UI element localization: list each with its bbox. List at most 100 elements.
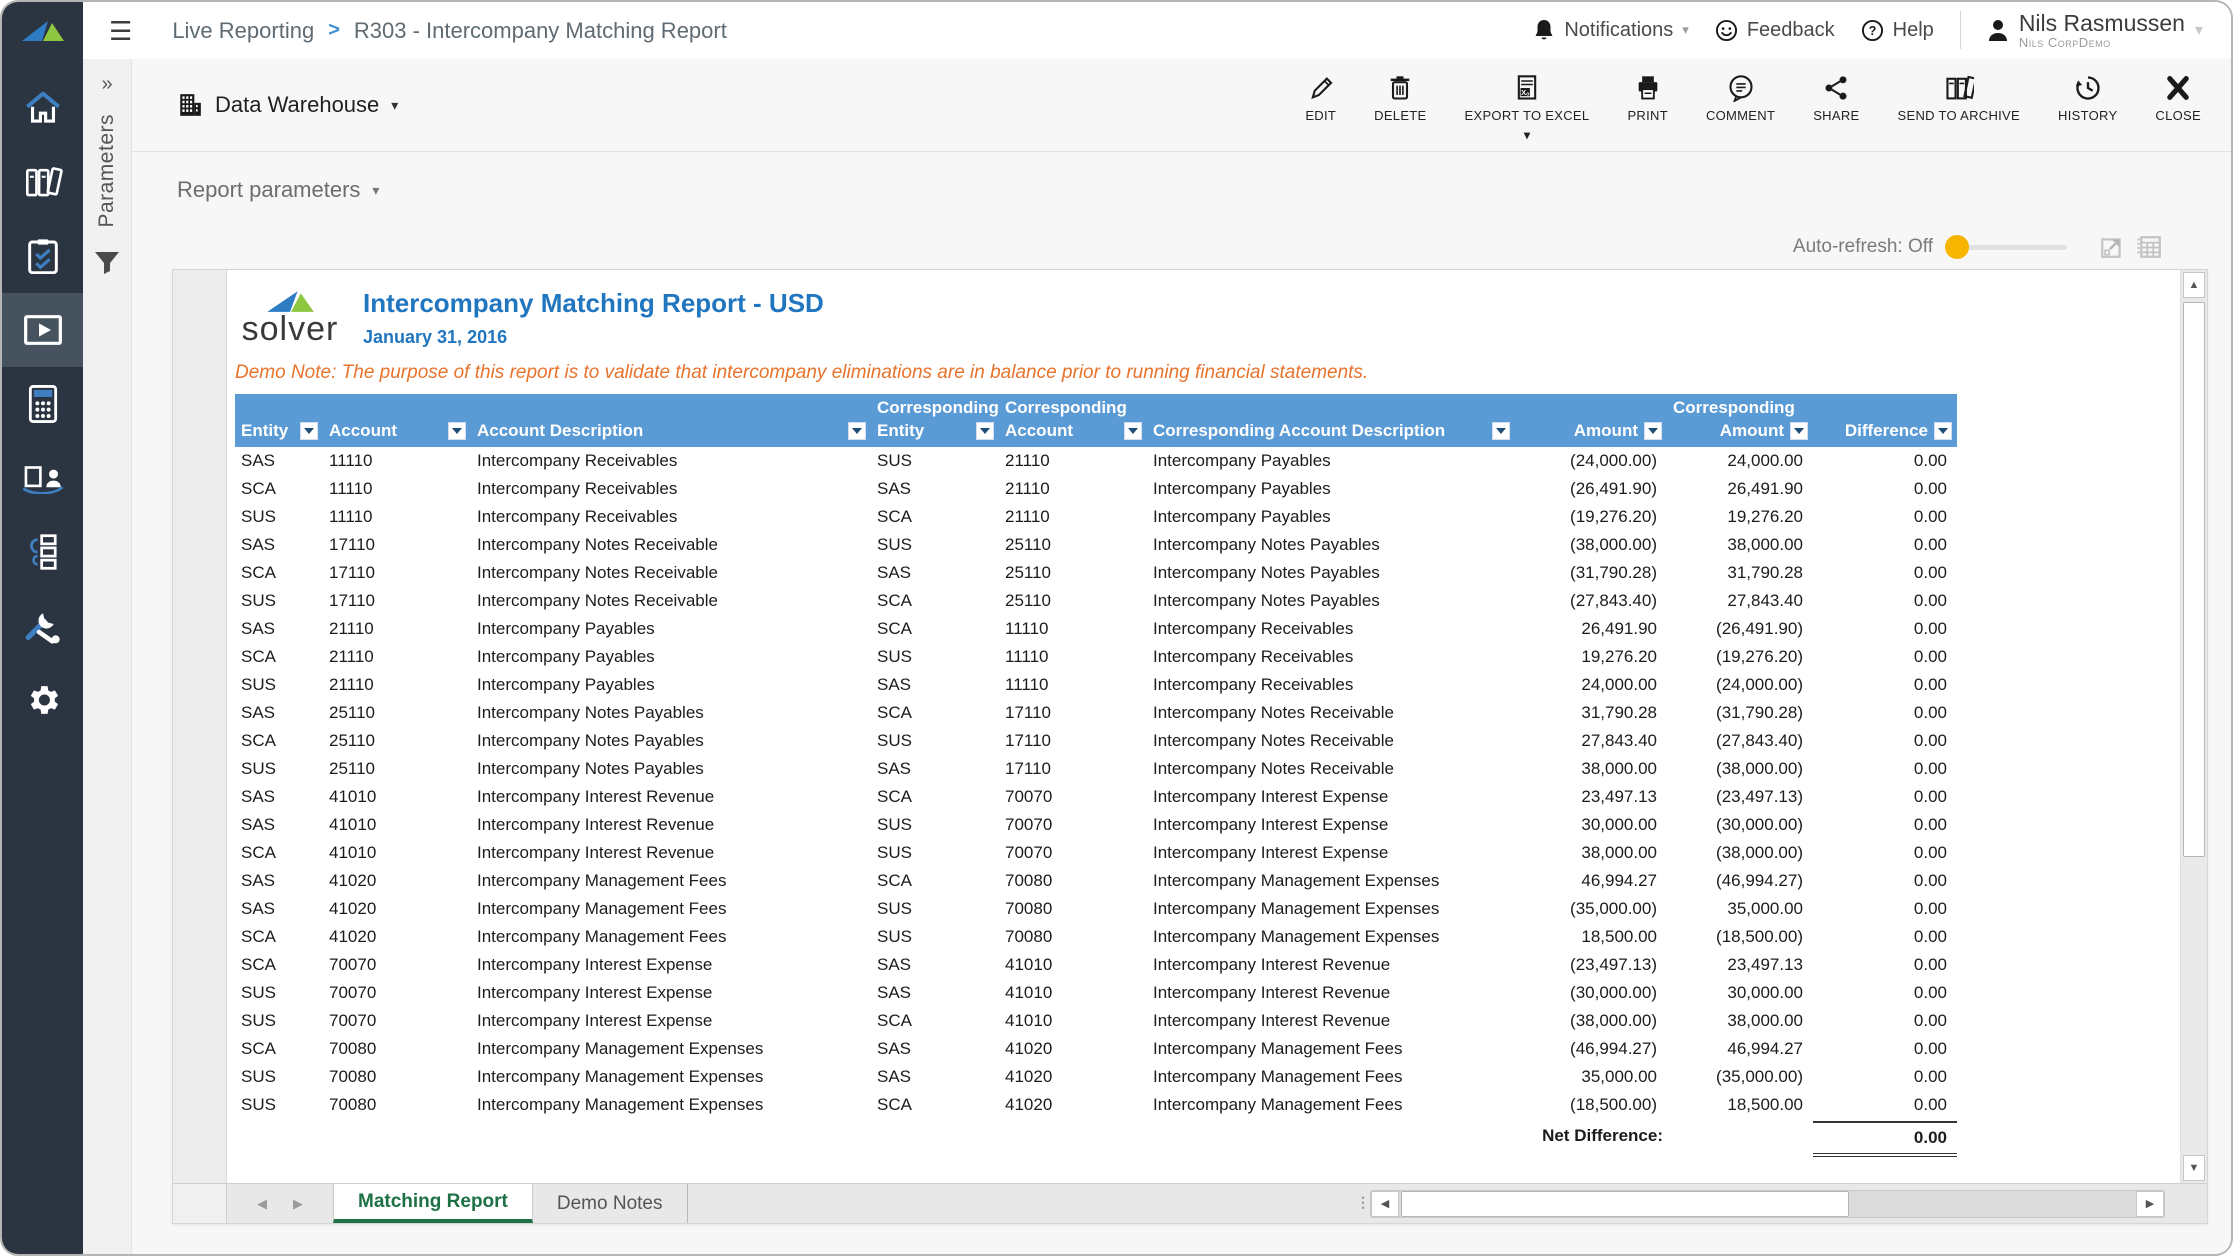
table-row[interactable]: SAS 17110 Intercompany Notes Receivable SUS… bbox=[235, 531, 1957, 559]
export-to-excel-button[interactable]: Xₒ EXPORT TO EXCEL ▾ bbox=[1465, 68, 1590, 142]
sidebar-item-home[interactable] bbox=[2, 71, 83, 145]
sidebar-item-library[interactable] bbox=[2, 145, 83, 219]
column-filter-dropdown-icon[interactable] bbox=[1124, 422, 1142, 440]
tab-scroll-right-icon[interactable]: ▶ bbox=[293, 1196, 303, 1212]
table-cell: 41020 bbox=[329, 927, 377, 946]
smiley-icon bbox=[1715, 19, 1737, 42]
column-filter-dropdown-icon[interactable] bbox=[300, 422, 318, 440]
table-cell: 0.00 bbox=[1913, 843, 1947, 862]
table-cell: 24,000.00 bbox=[1581, 675, 1657, 694]
parameters-panel-collapsed: » Parameters bbox=[83, 59, 132, 1254]
sidebar-item-administration-tools[interactable] bbox=[2, 589, 83, 663]
share-button[interactable]: SHARE bbox=[1813, 68, 1859, 123]
sidebar-item-process[interactable] bbox=[2, 515, 83, 589]
table-row[interactable]: SCA 17110 Intercompany Notes Receivable SAS… bbox=[235, 559, 1957, 587]
sidebar-item-collaboration[interactable] bbox=[2, 441, 83, 515]
vertical-scrollbar-thumb[interactable] bbox=[2183, 302, 2205, 857]
tab-scroll-left-icon[interactable]: ◀ bbox=[257, 1196, 267, 1212]
column-filter-dropdown-icon[interactable] bbox=[448, 422, 466, 440]
table-row[interactable]: SUS 21110 Intercompany Payables SAS 11110 Int… bbox=[235, 671, 1957, 699]
column-filter-dropdown-icon[interactable] bbox=[976, 422, 994, 440]
tab-demo-notes[interactable]: Demo Notes bbox=[533, 1184, 688, 1223]
tab-matching-report[interactable]: Matching Report bbox=[333, 1184, 533, 1223]
delete-icon bbox=[1390, 76, 1410, 100]
menu-icon[interactable]: ☰ bbox=[109, 18, 132, 44]
table-cell: SUS bbox=[241, 1067, 276, 1086]
table-row[interactable]: SCA 25110 Intercompany Notes Payables SUS 17… bbox=[235, 727, 1957, 755]
comment-button[interactable]: COMMENT bbox=[1706, 68, 1775, 123]
table-row[interactable]: SUS 25110 Intercompany Notes Payables SAS 17… bbox=[235, 755, 1957, 783]
table-row[interactable]: SCA 41020 Intercompany Management Fees SUS 7… bbox=[235, 923, 1957, 951]
sidebar-item-budgeting[interactable] bbox=[2, 367, 83, 441]
breadcrumb-root[interactable]: Live Reporting bbox=[172, 18, 314, 44]
table-row[interactable]: SUS 70070 Intercompany Interest Expense SCA… bbox=[235, 1007, 1957, 1035]
data-warehouse-chevron-icon: ▾ bbox=[391, 96, 399, 113]
table-row[interactable]: SAS 41010 Intercompany Interest Revenue SCA… bbox=[235, 783, 1957, 811]
column-filter-dropdown-icon[interactable] bbox=[1790, 422, 1808, 440]
expand-parameters-icon[interactable]: » bbox=[101, 73, 112, 96]
scroll-left-button[interactable]: ◀ bbox=[1371, 1190, 1399, 1217]
scroll-down-button[interactable]: ▼ bbox=[2183, 1155, 2205, 1181]
column-label: Entity bbox=[877, 421, 925, 440]
sidebar-item-live-reporting[interactable] bbox=[2, 293, 83, 367]
filter-funnel-icon[interactable] bbox=[94, 250, 120, 274]
feedback-button[interactable]: Feedback bbox=[1715, 19, 1835, 42]
data-warehouse-selector[interactable]: Data Warehouse ▾ bbox=[177, 92, 398, 118]
sidebar-item-settings[interactable] bbox=[2, 663, 83, 737]
table-row[interactable]: SCA 41010 Intercompany Interest Revenue SUS… bbox=[235, 839, 1957, 867]
user-menu[interactable]: Nils Rasmussen Nils CorpDemo ▾ bbox=[1987, 11, 2203, 50]
table-row[interactable]: SUS 11110 Intercompany Receivables SCA 21110… bbox=[235, 503, 1957, 531]
report-parameters-toggle[interactable]: Report parameters ▾ bbox=[177, 177, 379, 203]
table-row[interactable]: SAS 41010 Intercompany Interest Revenue SUS… bbox=[235, 811, 1957, 839]
table-row[interactable]: SCA 21110 Intercompany Payables SUS 11110 Int… bbox=[235, 643, 1957, 671]
export-dropdown-chevron-icon[interactable]: ▾ bbox=[1524, 128, 1530, 142]
horizontal-scrollbar[interactable]: ◀ ▶ bbox=[1370, 1189, 2165, 1218]
column-filter-dropdown-icon[interactable] bbox=[848, 422, 866, 440]
table-cell: Intercompany Interest Expense bbox=[477, 1011, 713, 1030]
table-row[interactable]: SUS 70080 Intercompany Management Expenses… bbox=[235, 1063, 1957, 1091]
scrollbar-splitter-handle[interactable]: • • • bbox=[1356, 1194, 1370, 1213]
scroll-right-button[interactable]: ▶ bbox=[2136, 1190, 2164, 1217]
table-row[interactable]: SAS 11110 Intercompany Receivables SUS 21110… bbox=[235, 447, 1957, 475]
table-row[interactable]: SUS 70080 Intercompany Management Expenses… bbox=[235, 1091, 1957, 1119]
table-row[interactable]: SCA 11110 Intercompany Receivables SAS 21110… bbox=[235, 475, 1957, 503]
scroll-up-button[interactable]: ▲ bbox=[2183, 272, 2205, 298]
notifications-button[interactable]: Notifications ▾ bbox=[1533, 18, 1689, 42]
close-button[interactable]: CLOSE bbox=[2155, 68, 2201, 123]
table-row[interactable]: SCA 70080 Intercompany Management Expenses… bbox=[235, 1035, 1957, 1063]
horizontal-scrollbar-track[interactable] bbox=[1399, 1190, 2136, 1217]
table-row[interactable]: SUS 70070 Intercompany Interest Expense SAS… bbox=[235, 979, 1957, 1007]
history-button[interactable]: HISTORY bbox=[2058, 68, 2117, 123]
print-button[interactable]: PRINT bbox=[1627, 68, 1668, 123]
column-filter-dropdown-icon[interactable] bbox=[1934, 422, 1952, 440]
table-cell: SUS bbox=[877, 647, 912, 666]
table-row[interactable]: SAS 41020 Intercompany Management Fees SCA 7… bbox=[235, 867, 1957, 895]
sidebar-item-assignments[interactable] bbox=[2, 219, 83, 293]
table-row[interactable]: SUS 17110 Intercompany Notes Receivable SCA… bbox=[235, 587, 1957, 615]
auto-refresh-slider[interactable] bbox=[1945, 234, 2067, 259]
popout-icon[interactable] bbox=[2099, 234, 2125, 260]
sheet-left-gutter bbox=[173, 270, 227, 1183]
table-row[interactable]: SAS 21110 Intercompany Payables SCA 11110 Int… bbox=[235, 615, 1957, 643]
grid-view-icon[interactable] bbox=[2137, 234, 2163, 260]
table-row[interactable]: SAS 25110 Intercompany Notes Payables SCA 17… bbox=[235, 699, 1957, 727]
vertical-scrollbar[interactable]: ▲ ▼ bbox=[2180, 270, 2207, 1183]
column-filter-dropdown-icon[interactable] bbox=[1492, 422, 1510, 440]
process-flow-icon bbox=[29, 534, 57, 570]
table-cell: SAS bbox=[241, 815, 276, 834]
table-cell: Intercompany Payables bbox=[1153, 507, 1331, 526]
table-cell: 70080 bbox=[329, 1067, 377, 1086]
auto-refresh-slider-knob[interactable] bbox=[1945, 234, 1969, 259]
app-logo[interactable] bbox=[2, 2, 83, 59]
table-cell: 46,994.27 bbox=[1581, 871, 1657, 890]
table-cell: (46,994.27) bbox=[1716, 871, 1803, 890]
help-button[interactable]: ? Help bbox=[1861, 19, 1934, 42]
table-row[interactable]: SAS 41020 Intercompany Management Fees SUS 7… bbox=[235, 895, 1957, 923]
delete-button[interactable]: DELETE bbox=[1374, 68, 1426, 123]
edit-button[interactable]: EDIT bbox=[1305, 68, 1336, 123]
table-row[interactable]: SCA 70070 Intercompany Interest Expense SAS… bbox=[235, 951, 1957, 979]
table-cell: 21110 bbox=[1005, 507, 1050, 526]
column-filter-dropdown-icon[interactable] bbox=[1644, 422, 1662, 440]
horizontal-scrollbar-thumb[interactable] bbox=[1401, 1190, 1849, 1217]
send-to-archive-button[interactable]: SEND TO ARCHIVE bbox=[1898, 68, 2021, 123]
